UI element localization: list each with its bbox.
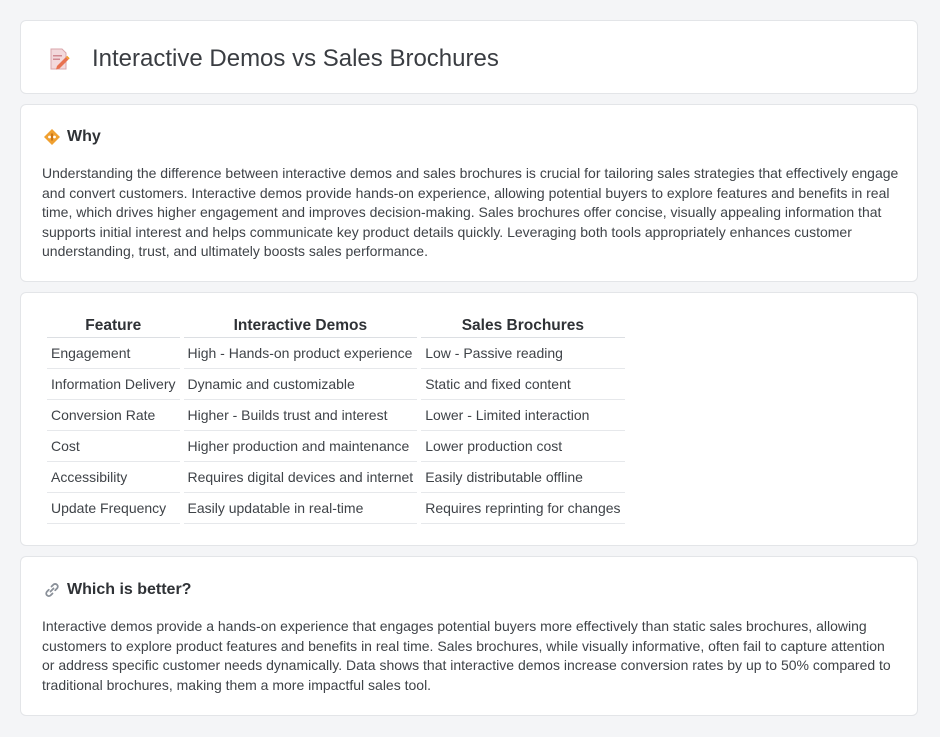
table-cell: Easily distributable offline bbox=[421, 462, 625, 493]
table-cell: Conversion Rate bbox=[47, 400, 180, 431]
link-icon bbox=[45, 583, 59, 597]
which-is-better-heading: Which is better? bbox=[67, 581, 192, 598]
title-card: Interactive Demos vs Sales Brochures bbox=[20, 20, 918, 94]
table-row: Cost Higher production and maintenance L… bbox=[47, 431, 625, 462]
document-pencil-icon bbox=[50, 48, 70, 70]
warning-diamond-icon bbox=[44, 129, 60, 145]
why-heading: Why bbox=[67, 128, 101, 145]
table-header-row: Feature Interactive Demos Sales Brochure… bbox=[47, 315, 625, 338]
table-row: Information Delivery Dynamic and customi… bbox=[47, 369, 625, 400]
table-row: Update Frequency Easily updatable in rea… bbox=[47, 493, 625, 524]
why-text: Understanding the difference between int… bbox=[42, 165, 899, 259]
table-cell: Low - Passive reading bbox=[421, 338, 625, 369]
page-title: Interactive Demos vs Sales Brochures bbox=[92, 45, 499, 72]
table-cell: Information Delivery bbox=[47, 369, 180, 400]
column-header-sales-brochures: Sales Brochures bbox=[421, 315, 625, 338]
table-cell: Update Frequency bbox=[47, 493, 180, 524]
which-is-better-text: Interactive demos provide a hands-on exp… bbox=[42, 618, 891, 693]
table-cell: Lower - Limited interaction bbox=[421, 400, 625, 431]
table-cell: Requires digital devices and internet bbox=[183, 462, 418, 493]
table-row: Engagement High - Hands-on product exper… bbox=[47, 338, 625, 369]
which-is-better-section: Which is better? Interactive demos provi… bbox=[20, 556, 918, 716]
table-cell: Easily updatable in real-time bbox=[183, 493, 418, 524]
column-header-interactive-demos: Interactive Demos bbox=[183, 315, 418, 338]
column-header-feature: Feature bbox=[47, 315, 180, 338]
table-cell: High - Hands-on product experience bbox=[183, 338, 418, 369]
why-section: Why Understanding the difference between… bbox=[20, 104, 918, 282]
table-row: Conversion Rate Higher - Builds trust an… bbox=[47, 400, 625, 431]
table-cell: Higher production and maintenance bbox=[183, 431, 418, 462]
comparison-table: Feature Interactive Demos Sales Brochure… bbox=[43, 315, 629, 524]
table-cell: Dynamic and customizable bbox=[183, 369, 418, 400]
table-cell: Requires reprinting for changes bbox=[421, 493, 625, 524]
comparison-table-card: Feature Interactive Demos Sales Brochure… bbox=[20, 292, 918, 546]
table-cell: Lower production cost bbox=[421, 431, 625, 462]
table-cell: Accessibility bbox=[47, 462, 180, 493]
table-cell: Static and fixed content bbox=[421, 369, 625, 400]
table-cell: Engagement bbox=[47, 338, 180, 369]
table-row: Accessibility Requires digital devices a… bbox=[47, 462, 625, 493]
table-cell: Cost bbox=[47, 431, 180, 462]
table-cell: Higher - Builds trust and interest bbox=[183, 400, 418, 431]
